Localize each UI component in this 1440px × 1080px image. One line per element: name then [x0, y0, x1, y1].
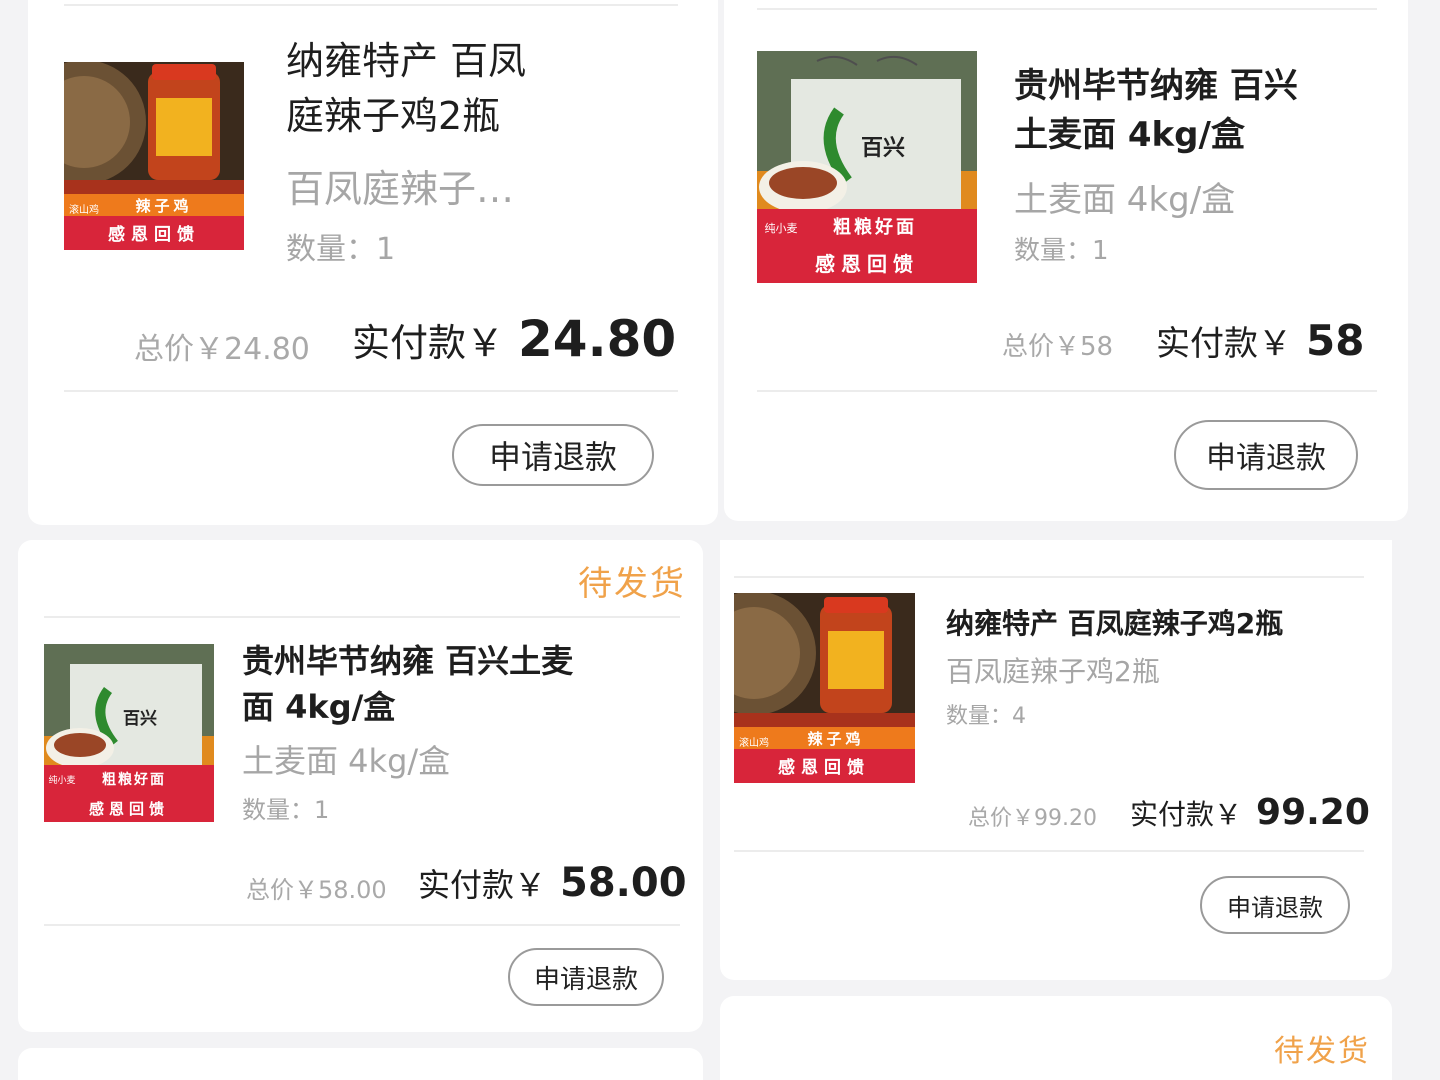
divider [734, 576, 1364, 578]
product-image-chicken[interactable]: 辣子鸡 滚山鸡 感恩回馈 [734, 593, 915, 783]
image-label-left: 滚山鸡 [739, 736, 769, 749]
quantity: 数量：1 [1014, 236, 1109, 266]
screenshot-panel-3: 待发货 百兴 纯小麦 粗粮好面 感恩回馈 贵州毕节纳雍 百兴土麦面 4kg/盒 … [0, 540, 720, 1080]
total-price: 总价￥24.80 [134, 332, 310, 367]
image-box-label: 百兴 [861, 136, 905, 161]
product-title[interactable]: 纳雍特产 百凤庭辣子鸡2瓶 [286, 34, 556, 144]
quantity: 数量：1 [242, 796, 330, 824]
paid-value: 58 [1306, 316, 1365, 365]
product-subtitle: 百凤庭辣子鸡2瓶 [946, 655, 1160, 688]
refund-button[interactable]: 申请退款 [1174, 420, 1358, 490]
product-subtitle: 土麦面 4kg/盒 [242, 742, 451, 780]
refund-button[interactable]: 申请退款 [1200, 876, 1350, 934]
image-label-bottom: 感恩回馈 [89, 800, 169, 818]
paid-amount: 实付款￥ 99.20 [1130, 792, 1370, 833]
order-card-1: 辣子鸡 滚山鸡 感恩回馈 纳雍特产 百凤庭辣子鸡2瓶 百凤庭辣子鸡2瓶 数量：1… [28, 0, 718, 525]
divider [64, 390, 678, 392]
next-order-card [18, 1048, 703, 1080]
paid-label: 实付款￥ [1130, 798, 1243, 831]
paid-label: 实付款￥ [418, 866, 547, 904]
image-box-label: 百兴 [123, 709, 157, 729]
total-price: 总价￥58 [1002, 332, 1114, 362]
divider [757, 8, 1377, 10]
screenshot-panel-1: 辣子鸡 滚山鸡 感恩回馈 纳雍特产 百凤庭辣子鸡2瓶 百凤庭辣子鸡2瓶 数量：1… [10, 0, 720, 540]
paid-label: 实付款￥ [352, 321, 505, 365]
product-image-noodle[interactable]: 百兴 纯小麦 粗粮好面 感恩回馈 [757, 51, 977, 283]
image-label-bottom: 感恩回馈 [815, 252, 919, 276]
divider [64, 4, 678, 6]
divider [734, 850, 1364, 852]
paid-value: 24.80 [518, 310, 677, 368]
product-title[interactable]: 贵州毕节纳雍 百兴土麦面 4kg/盒 [1014, 62, 1304, 161]
product-title[interactable]: 纳雍特产 百凤庭辣子鸡2瓶 [946, 604, 1366, 645]
refund-button[interactable]: 申请退款 [508, 948, 664, 1006]
total-price: 总价￥58.00 [246, 876, 387, 904]
order-card-3: 待发货 百兴 纯小麦 粗粮好面 感恩回馈 贵州毕节纳雍 百兴土麦面 4kg/盒 … [18, 540, 703, 1032]
product-subtitle: 土麦面 4kg/盒 [1014, 180, 1236, 220]
paid-value: 99.20 [1256, 792, 1370, 833]
screenshot-panel-4: 辣子鸡 滚山鸡 感恩回馈 纳雍特产 百凤庭辣子鸡2瓶 百凤庭辣子鸡2瓶 数量：4… [720, 540, 1426, 1080]
order-card-4: 辣子鸡 滚山鸡 感恩回馈 纳雍特产 百凤庭辣子鸡2瓶 百凤庭辣子鸡2瓶 数量：4… [720, 540, 1392, 980]
paid-amount: 实付款￥ 58 [1156, 316, 1364, 365]
image-label-left: 纯小麦 [765, 222, 798, 235]
product-image-chicken[interactable]: 辣子鸡 滚山鸡 感恩回馈 [64, 62, 244, 250]
paid-amount: 实付款￥ 24.80 [352, 310, 676, 368]
image-label-bottom: 感恩回馈 [108, 224, 200, 245]
order-status: 待发货 [578, 564, 686, 604]
order-status: 待发货 [1274, 1034, 1370, 1069]
refund-button[interactable]: 申请退款 [452, 424, 654, 486]
image-label-left: 纯小麦 [48, 774, 75, 786]
image-label-top: 辣子鸡 [135, 197, 192, 215]
paid-amount: 实付款￥ 58.00 [418, 860, 687, 906]
product-subtitle: 百凤庭辣子鸡2瓶 [286, 167, 526, 211]
divider [44, 616, 680, 618]
paid-label: 实付款￥ [1156, 324, 1292, 364]
divider [44, 924, 680, 926]
divider [757, 390, 1377, 392]
next-order-card: 待发货 [720, 996, 1392, 1080]
quantity: 数量：1 [286, 232, 396, 267]
paid-value: 58.00 [560, 860, 687, 906]
image-label-left: 滚山鸡 [69, 203, 99, 216]
image-label-top: 粗粮好面 [102, 771, 166, 788]
image-label-top: 辣子鸡 [807, 730, 864, 748]
image-label-bottom: 感恩回馈 [778, 757, 870, 778]
order-card-2: 百兴 纯小麦 粗粮好面 感恩回馈 贵州毕节纳雍 百兴土麦面 4kg/盒 土麦面 … [724, 0, 1408, 521]
product-image-noodle[interactable]: 百兴 纯小麦 粗粮好面 感恩回馈 [44, 644, 214, 822]
screenshot-panel-2: 百兴 纯小麦 粗粮好面 感恩回馈 贵州毕节纳雍 百兴土麦面 4kg/盒 土麦面 … [720, 0, 1426, 540]
image-label-top: 粗粮好面 [833, 216, 917, 238]
product-title[interactable]: 贵州毕节纳雍 百兴土麦面 4kg/盒 [242, 638, 602, 731]
quantity: 数量：4 [946, 704, 1026, 729]
total-price: 总价￥99.20 [968, 806, 1097, 831]
